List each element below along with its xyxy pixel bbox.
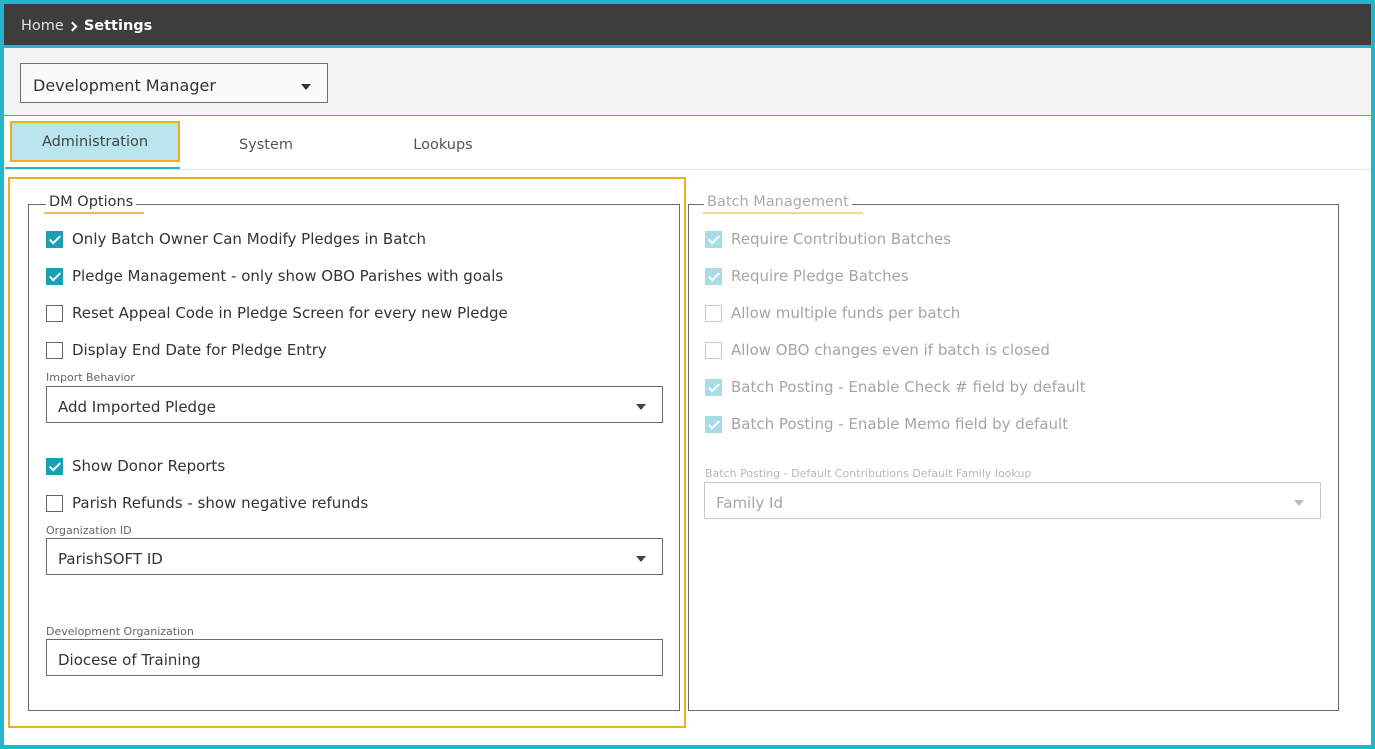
check-enable-memo-field: Batch Posting - Enable Memo field by def… <box>705 415 1068 433</box>
check-label: Batch Posting - Enable Check # field by … <box>731 378 1086 396</box>
check-batch-owner-modify[interactable]: Only Batch Owner Can Modify Pledges in B… <box>46 230 426 248</box>
import-behavior-value: Add Imported Pledge <box>58 398 216 416</box>
checkbox-checked[interactable] <box>46 267 63 285</box>
family-lookup-label: Batch Posting - Default Contributions De… <box>705 467 1032 480</box>
check-reset-appeal-code[interactable]: Reset Appeal Code in Pledge Screen for e… <box>46 304 508 322</box>
checkbox-unchecked[interactable] <box>46 304 63 322</box>
check-label: Batch Posting - Enable Memo field by def… <box>731 415 1069 433</box>
development-org-label: Development Organization <box>46 625 194 638</box>
breadcrumb-home-link[interactable]: Home <box>21 18 64 34</box>
check-allow-multiple-funds: Allow multiple funds per batch <box>705 304 960 322</box>
import-behavior-select[interactable]: Add Imported Pledge <box>46 386 663 423</box>
top-bar: Home Settings <box>0 0 1375 48</box>
check-show-donor-reports[interactable]: Show Donor Reports <box>46 457 225 475</box>
breadcrumb-current: Settings <box>83 18 153 34</box>
checkbox-checked <box>705 415 722 433</box>
checkbox-checked <box>705 230 722 248</box>
check-label: Only Batch Owner Can Modify Pledges in B… <box>72 230 427 248</box>
breadcrumb: Home Settings <box>21 18 152 34</box>
check-label: Require Pledge Batches <box>731 267 909 285</box>
checkbox-unchecked <box>705 341 722 359</box>
caret-down-icon <box>301 84 311 90</box>
family-lookup-select: Family Id <box>704 482 1321 519</box>
check-label: Pledge Management - only show OBO Parish… <box>72 267 504 285</box>
tab-divider <box>4 169 1371 170</box>
batch-management-legend: Batch Management <box>704 194 852 210</box>
checkbox-unchecked[interactable] <box>46 494 63 512</box>
organization-id-label: Organization ID <box>46 524 132 537</box>
tab-system[interactable]: System <box>206 121 326 169</box>
check-parish-refunds[interactable]: Parish Refunds - show negative refunds <box>46 494 368 512</box>
check-label: Parish Refunds - show negative refunds <box>72 494 369 512</box>
check-require-contribution-batches: Require Contribution Batches <box>705 230 951 248</box>
development-org-input[interactable]: Diocese of Training <box>46 639 663 676</box>
check-label: Reset Appeal Code in Pledge Screen for e… <box>72 304 508 322</box>
legend-underline <box>44 212 144 214</box>
check-display-end-date[interactable]: Display End Date for Pledge Entry <box>46 341 327 359</box>
check-label: Allow multiple funds per batch <box>731 304 961 322</box>
checkbox-checked <box>705 267 722 285</box>
development-org-value: Diocese of Training <box>58 651 201 669</box>
checkbox-unchecked <box>705 304 722 322</box>
chevron-right-icon <box>67 21 78 31</box>
caret-down-icon <box>1294 500 1304 506</box>
caret-down-icon <box>636 404 646 410</box>
import-behavior-label: Import Behavior <box>46 371 135 384</box>
dm-options-legend: DM Options <box>46 194 137 210</box>
check-require-pledge-batches: Require Pledge Batches <box>705 267 909 285</box>
checkbox-checked[interactable] <box>46 230 63 248</box>
family-lookup-value: Family Id <box>716 494 783 512</box>
tab-administration[interactable]: Administration <box>10 121 180 162</box>
check-label: Display End Date for Pledge Entry <box>72 341 327 359</box>
module-select[interactable]: Development Manager <box>20 63 328 103</box>
checkbox-unchecked[interactable] <box>46 341 63 359</box>
tab-lookups[interactable]: Lookups <box>383 121 503 169</box>
organization-id-select[interactable]: ParishSOFT ID <box>46 538 663 575</box>
checkbox-checked <box>705 378 722 396</box>
caret-down-icon <box>636 556 646 562</box>
checkbox-checked[interactable] <box>46 457 63 475</box>
module-select-value: Development Manager <box>33 76 216 95</box>
check-enable-check-field: Batch Posting - Enable Check # field by … <box>705 378 1086 396</box>
check-pledge-management-obo[interactable]: Pledge Management - only show OBO Parish… <box>46 267 503 285</box>
check-allow-obo-changes: Allow OBO changes even if batch is close… <box>705 341 1050 359</box>
organization-id-value: ParishSOFT ID <box>58 550 163 568</box>
check-label: Require Contribution Batches <box>731 230 952 248</box>
check-label: Allow OBO changes even if batch is close… <box>731 341 1050 359</box>
legend-underline <box>703 212 863 214</box>
check-label: Show Donor Reports <box>72 457 226 475</box>
